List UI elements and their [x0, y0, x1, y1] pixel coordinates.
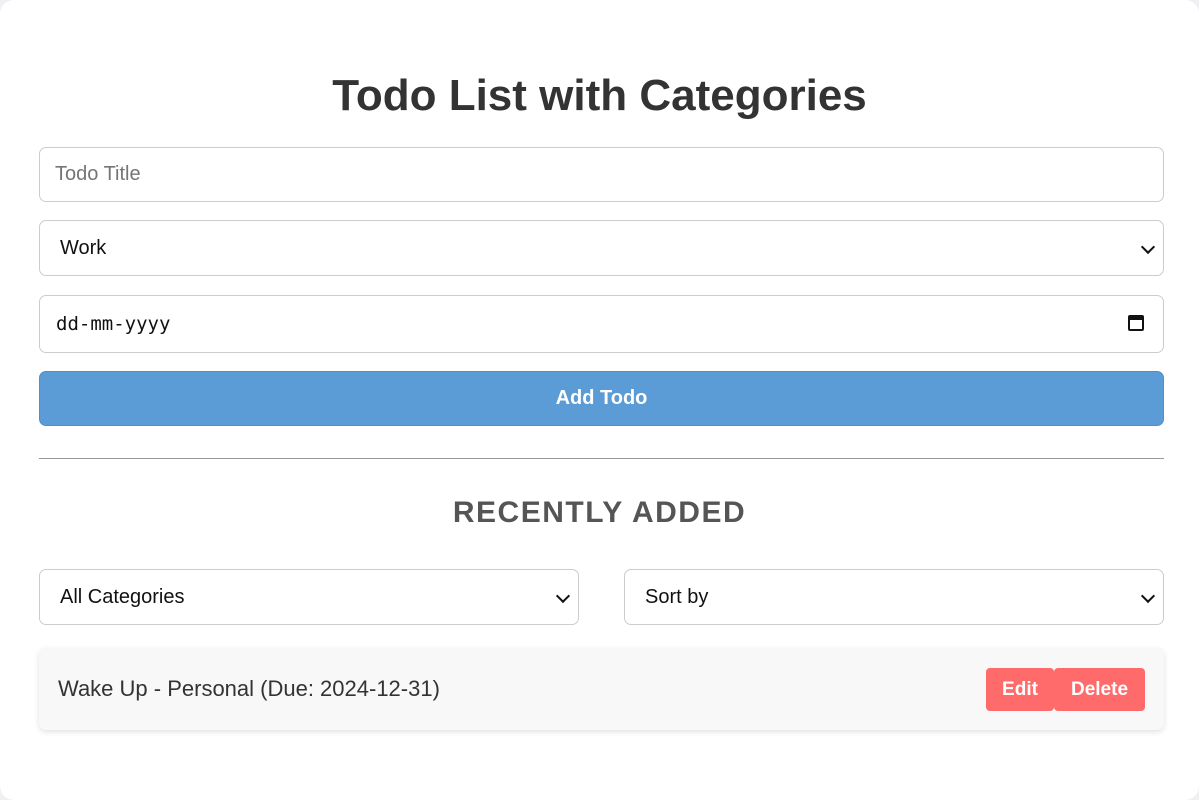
chevron-down-icon: [1140, 239, 1156, 255]
category-filter-select[interactable]: All Categories: [39, 569, 579, 625]
delete-button[interactable]: Delete: [1054, 668, 1145, 711]
divider: [39, 458, 1164, 459]
section-heading: RECENTLY ADDED: [452, 496, 747, 529]
due-date-input[interactable]: dd-mm-yyyy: [39, 295, 1164, 353]
due-date-placeholder: dd-mm-yyyy: [56, 313, 171, 335]
page-title: Todo List with Categories: [332, 71, 867, 120]
sort-select[interactable]: Sort by: [624, 569, 1164, 625]
todo-item-actions: Edit Delete: [986, 668, 1145, 711]
add-todo-button[interactable]: Add Todo: [39, 371, 1164, 426]
sort-select-value: Sort by: [645, 585, 709, 608]
chevron-down-icon: [555, 588, 571, 604]
todo-item-text: Wake Up - Personal (Due: 2024-12-31): [58, 676, 440, 701]
todo-title-placeholder: Todo Title: [55, 163, 141, 185]
category-select-value: Work: [60, 236, 107, 259]
category-filter-value: All Categories: [60, 585, 185, 608]
category-select[interactable]: Work: [39, 220, 1164, 276]
todo-list-item: Wake Up - Personal (Due: 2024-12-31) Edi…: [39, 648, 1164, 730]
chevron-down-icon: [1140, 588, 1156, 604]
calendar-icon[interactable]: [1128, 315, 1144, 331]
todo-title-input[interactable]: Todo Title: [39, 147, 1164, 202]
edit-button[interactable]: Edit: [986, 668, 1054, 711]
todo-app-card: Todo List with Categories Todo Title Wor…: [0, 0, 1199, 800]
